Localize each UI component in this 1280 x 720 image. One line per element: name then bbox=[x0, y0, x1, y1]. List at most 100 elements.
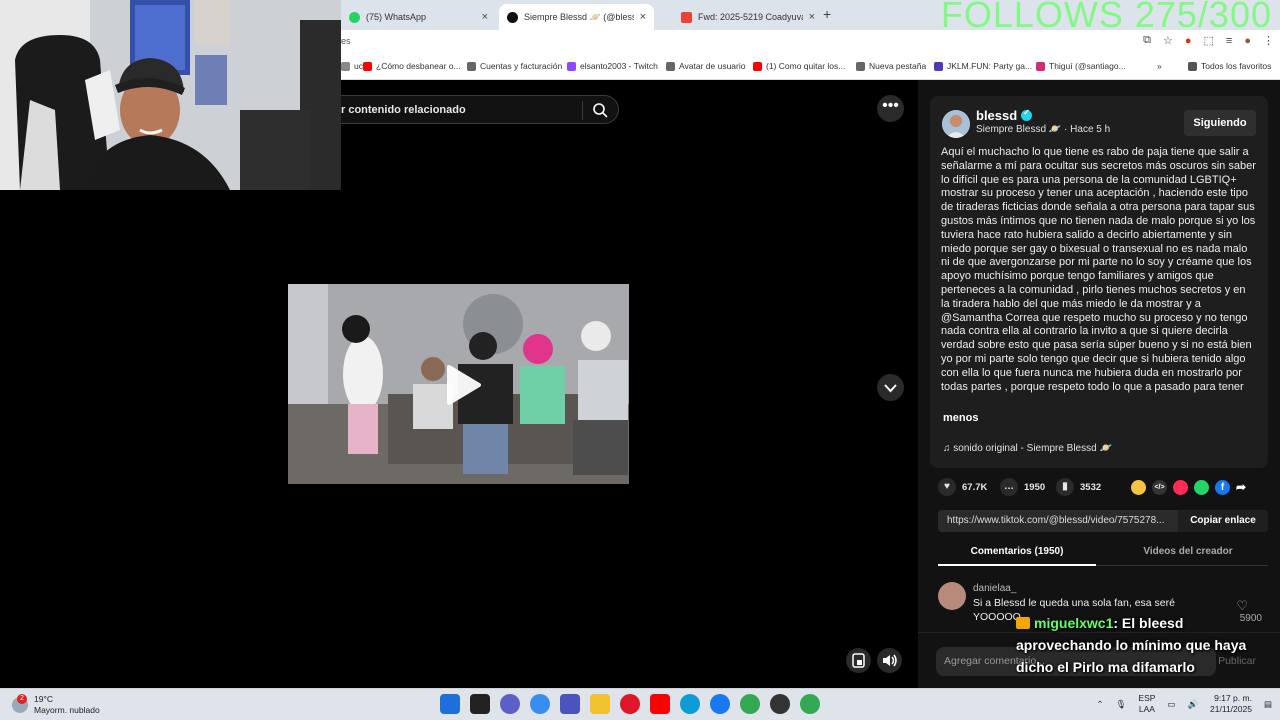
bookmark-label: JKLM.FUN: Party ga... bbox=[947, 61, 1033, 71]
username[interactable]: blessd bbox=[976, 108, 1033, 123]
post-card: blessd Siempre Blessd 🪐 · Hace 5 h Sigui… bbox=[930, 96, 1268, 468]
windows-start-icon[interactable] bbox=[440, 694, 460, 714]
bookmark-label: Todos los favoritos bbox=[1201, 61, 1272, 71]
bookmark-item[interactable]: (1) Como quitar los... bbox=[753, 61, 845, 71]
next-video-button[interactable] bbox=[877, 374, 904, 401]
like-button[interactable]: ♥ 67.7K bbox=[938, 478, 987, 496]
tiktok-icon bbox=[507, 11, 518, 23]
sound-link[interactable]: ♫ sonido original - Siempre Blessd 🪐 bbox=[943, 443, 1112, 454]
webcam-overlay bbox=[0, 0, 341, 190]
chat-app-icon[interactable] bbox=[500, 694, 520, 714]
share-link-bar: https://www.tiktok.com/@blessd/video/757… bbox=[938, 510, 1268, 532]
coin-icon[interactable] bbox=[1131, 480, 1146, 495]
bookmark-item[interactable]: Thiguí (@santiago... bbox=[1036, 61, 1126, 71]
avatar[interactable] bbox=[942, 110, 970, 138]
language-code: ESP bbox=[1138, 693, 1156, 703]
copy-link-button[interactable]: Copiar enlace bbox=[1178, 510, 1268, 532]
bookmark-item[interactable]: Todos los favoritos bbox=[1188, 61, 1271, 71]
picture-in-picture-icon bbox=[852, 653, 865, 668]
copilot-icon[interactable] bbox=[530, 694, 550, 714]
comment-button[interactable]: … 1950 bbox=[1000, 478, 1045, 496]
post-description: Aquí el muchacho lo que tiene es rabo de… bbox=[941, 146, 1256, 393]
close-icon[interactable]: × bbox=[809, 11, 815, 23]
bookmark-item[interactable]: Nueva pestaña bbox=[856, 61, 926, 71]
search-icon[interactable] bbox=[592, 102, 608, 118]
bookmark-item[interactable]: Avatar de usuario bbox=[666, 61, 745, 71]
install-icon[interactable]: ⧉ bbox=[1143, 34, 1151, 47]
reading-list-icon[interactable]: ≡ bbox=[1226, 35, 1232, 47]
globe-icon bbox=[856, 61, 865, 71]
comment-username[interactable]: danielaa_ bbox=[973, 583, 1016, 594]
address-bar[interactable]: es ⧉ ☆ ● ⬚ ≡ ● ⋮ bbox=[341, 30, 1280, 55]
folder-icon bbox=[1188, 61, 1197, 71]
edge-icon[interactable] bbox=[680, 694, 700, 714]
facebook-icon[interactable] bbox=[710, 694, 730, 714]
tab-label: Siempre Blessd 🪐 (@blessd) o bbox=[524, 11, 634, 22]
bookmark-label: » bbox=[1157, 61, 1162, 71]
teams-icon[interactable] bbox=[560, 694, 580, 714]
new-tab-button[interactable]: + bbox=[823, 6, 831, 22]
chevron-up-icon[interactable]: ⌃ bbox=[1096, 699, 1103, 710]
file-explorer-icon[interactable] bbox=[590, 694, 610, 714]
browser-tabstrip: (75) WhatsApp × Siempre Blessd 🪐 (@bless… bbox=[341, 0, 1280, 35]
opera-icon[interactable]: ● bbox=[1185, 35, 1192, 47]
tab-comments[interactable]: Comentarios (1950) bbox=[938, 546, 1096, 557]
extensions-icon[interactable]: ⬚ bbox=[1204, 34, 1214, 47]
chat-badge-icon bbox=[1016, 617, 1030, 629]
windows-taskbar: 2 19°C Mayorm. nublado ⌃ 🎙 ESP LAA ▭ 🔊 9… bbox=[0, 688, 1280, 720]
profile-avatar-icon[interactable]: ● bbox=[1244, 35, 1251, 47]
cloud-icon: 2 bbox=[12, 694, 28, 713]
post-details-panel: blessd Siempre Blessd 🪐 · Hace 5 h Sigui… bbox=[918, 80, 1280, 688]
embed-icon[interactable]: </> bbox=[1152, 480, 1167, 495]
bookmark-item[interactable]: JKLM.FUN: Party ga... bbox=[934, 61, 1032, 71]
play-icon[interactable] bbox=[443, 363, 483, 407]
save-button[interactable]: ▮ 3532 bbox=[1056, 478, 1101, 496]
video-url[interactable]: https://www.tiktok.com/@blessd/video/757… bbox=[947, 515, 1169, 526]
weather-widget[interactable]: 2 19°C Mayorm. nublado bbox=[12, 694, 100, 716]
more-options-button[interactable]: ••• bbox=[877, 95, 904, 122]
bookmark-item[interactable]: Cuentas y facturación bbox=[467, 61, 562, 71]
opera-icon[interactable] bbox=[620, 694, 640, 714]
bookmark-item[interactable]: elsanto2003 - Twitch bbox=[567, 61, 658, 71]
like-count: 67.7K bbox=[962, 481, 988, 493]
youtube-icon[interactable] bbox=[650, 694, 670, 714]
bookmark-label: Nueva pestaña bbox=[869, 61, 927, 71]
menu-icon[interactable]: ⋮ bbox=[1263, 34, 1274, 47]
related-search-input[interactable]: r contenido relacionado bbox=[341, 95, 619, 124]
bookmark-icon bbox=[341, 61, 350, 71]
bookmarks-bar: ucir ¿Cómo desbanear o... Cuentas y factur… bbox=[341, 55, 1280, 80]
whatsapp-share-icon[interactable] bbox=[1194, 480, 1209, 495]
send-icon[interactable] bbox=[1173, 480, 1188, 495]
bookmark-label: Cuentas y facturación bbox=[480, 61, 563, 71]
tab-gmail[interactable]: Fwd: 2025-5219 Coadyuvancia × bbox=[673, 4, 823, 30]
notifications-icon[interactable]: ▤ bbox=[1264, 699, 1272, 710]
user-avatar-image bbox=[942, 110, 970, 138]
obs-icon[interactable] bbox=[770, 694, 790, 714]
volume-button[interactable] bbox=[877, 648, 902, 673]
language-indicator[interactable]: ESP LAA bbox=[1138, 693, 1155, 715]
star-icon[interactable]: ☆ bbox=[1163, 34, 1173, 47]
close-icon[interactable]: × bbox=[640, 11, 646, 23]
avatar[interactable] bbox=[938, 582, 966, 610]
bookmark-item[interactable]: » bbox=[1157, 61, 1162, 71]
close-icon[interactable]: × bbox=[482, 11, 488, 23]
clock[interactable]: 9:17 p. m. 21/11/2025 bbox=[1210, 693, 1252, 715]
network-icon[interactable]: ▭ bbox=[1167, 699, 1175, 710]
following-button[interactable]: Siguiendo bbox=[1184, 110, 1256, 136]
microphone-icon[interactable]: 🎙 bbox=[1116, 699, 1127, 710]
tab-tiktok[interactable]: Siempre Blessd 🪐 (@blessd) o × bbox=[499, 4, 654, 30]
task-view-icon[interactable] bbox=[470, 694, 490, 714]
tab-whatsapp[interactable]: (75) WhatsApp × bbox=[341, 4, 496, 30]
chrome-icon[interactable] bbox=[740, 694, 760, 714]
tab-label: (75) WhatsApp bbox=[366, 12, 427, 22]
twitch-icon bbox=[567, 61, 576, 71]
speaker-icon[interactable]: 🔊 bbox=[1187, 699, 1198, 710]
tab-creator-videos[interactable]: Videos del creador bbox=[1108, 546, 1268, 557]
facebook-share-icon[interactable]: f bbox=[1215, 480, 1230, 495]
show-less-button[interactable]: menos bbox=[943, 412, 978, 424]
share-arrow-icon[interactable]: ➦ bbox=[1236, 480, 1251, 495]
chrome-profile-icon[interactable] bbox=[800, 694, 820, 714]
bookmark-item[interactable]: ¿Cómo desbanear o... bbox=[363, 61, 461, 71]
pip-button[interactable] bbox=[846, 648, 871, 673]
post-actions: ♥ 67.7K … 1950 ▮ 3532 </> f ➦ bbox=[938, 478, 1268, 498]
